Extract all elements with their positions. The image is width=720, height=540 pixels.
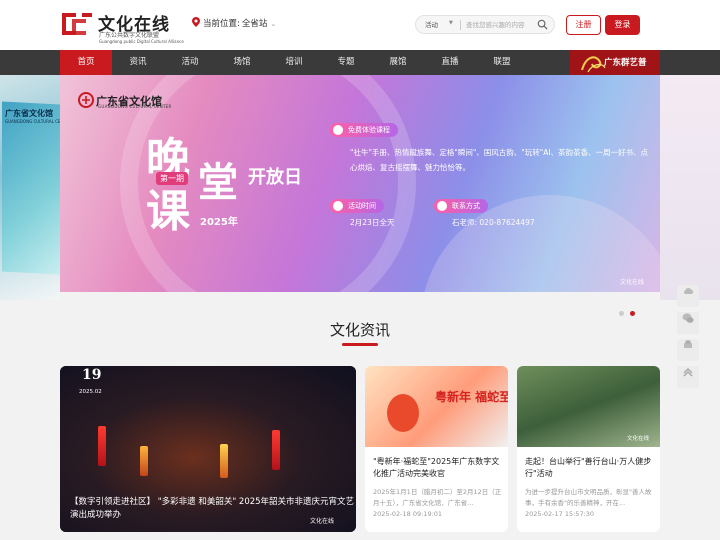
main-nav: 首页 资讯 活动 场馆 培训 专题 展馆 直播 联盟 广东群艺普 bbox=[0, 50, 720, 75]
carousel-indicators bbox=[619, 301, 641, 320]
location-selector[interactable]: 当前位置: 全省站 ⌄ bbox=[192, 17, 276, 29]
banner-prev-slide[interactable]: 广东省文化馆 GUANGDONG CULTURAL CENTER bbox=[0, 75, 71, 300]
chevron-down-icon: ▼ bbox=[449, 20, 453, 26]
cloud-icon bbox=[683, 287, 694, 294]
news-card[interactable]: 粤新年 福蛇至 "粤新年·福蛇至"2025年广东数字文化推广活动完美收官 202… bbox=[365, 366, 508, 532]
lantern-decoration bbox=[220, 444, 228, 478]
lantern-decoration bbox=[272, 430, 280, 470]
cultural-center-logo-icon bbox=[78, 92, 94, 108]
banner-pill-contact-label: 联系方式 bbox=[452, 202, 480, 210]
location-label: 当前位置: bbox=[203, 19, 240, 29]
news-card-time: 2025-02-17 15:57:30 bbox=[525, 510, 595, 518]
nav-item-events[interactable]: 活动 bbox=[164, 50, 216, 75]
news-card-desc: 2025年1月1日（腊月初二）至2月12日（正月十五），广东省文化馆、广东省..… bbox=[373, 488, 502, 507]
nav-item-news[interactable]: 资讯 bbox=[112, 50, 164, 75]
banner-org-logo: 广东省文化馆 GUANGDONG CULTURAL CENTER bbox=[78, 90, 171, 109]
location-value: 全省站 bbox=[241, 19, 268, 29]
banner-title-char-3: 堂 bbox=[198, 159, 238, 206]
news-card-image: 文化在线 bbox=[517, 366, 660, 447]
banner-watermark: 文化在线 bbox=[620, 279, 645, 286]
chevron-down-icon: ⌄ bbox=[270, 20, 277, 28]
nav-item-alliance[interactable]: 联盟 bbox=[476, 50, 528, 75]
site-header: 文化在线 广东公共数字文化联盟 Guangdong public Digital… bbox=[0, 0, 720, 50]
banner-open-day: 开放日 bbox=[248, 167, 302, 188]
news-card-image-text: 粤新年 福蛇至 bbox=[435, 390, 508, 404]
clock-icon bbox=[333, 201, 343, 211]
news-card[interactable]: 文化在线 走起！台山举行"善行台山·万人健步行"活动 为进一步提升台山市文明品质… bbox=[517, 366, 660, 532]
logo-subtitle: 广东公共数字文化联盟 Guangdong public Digital Cult… bbox=[99, 30, 184, 44]
register-button[interactable]: 注册 bbox=[566, 15, 601, 35]
prev-slide-label: 广东省文化馆 bbox=[5, 109, 53, 118]
login-button[interactable]: 登录 bbox=[605, 15, 640, 35]
nav-item-live[interactable]: 直播 bbox=[424, 50, 476, 75]
news-card-title: 走起！台山举行"善行台山·万人健步行"活动 bbox=[525, 457, 652, 478]
tag-icon bbox=[333, 125, 343, 135]
location-pin-icon bbox=[192, 17, 200, 27]
search-bar: 活动 ▼ bbox=[415, 15, 555, 34]
nav-item-home[interactable]: 首页 bbox=[60, 50, 112, 75]
lantern-decoration bbox=[140, 446, 148, 476]
featured-news-month: 2025.02 bbox=[79, 389, 102, 395]
prev-slide-card bbox=[2, 101, 60, 275]
carousel-dot-1[interactable] bbox=[619, 311, 624, 316]
news-card-desc: 为进一步提升台山市文明品质，彰显"善人故事，手有余香"的乐善精神，开在... bbox=[525, 488, 652, 507]
banner-description: "社牛"手册、热情蹴族舞、定格"瞬间"、国风古韵、"玩转"AI、茶韵茶香、一周一… bbox=[350, 148, 649, 172]
site-logo[interactable]: 文化在线 广东公共数字文化联盟 Guangdong public Digital… bbox=[60, 9, 210, 44]
banner-time-value: 2月23日全天 bbox=[350, 218, 395, 227]
featured-news-day: 19 bbox=[82, 367, 102, 383]
carousel-dot-2[interactable] bbox=[630, 311, 635, 316]
section-underline bbox=[342, 343, 378, 346]
featured-news-card[interactable]: 19 2025.02 【数字引领走进社区】 "多彩非遗 和美韶关" 2025年韶… bbox=[60, 366, 356, 532]
float-cloud-button[interactable] bbox=[677, 285, 699, 307]
banner-slide[interactable]: 广东省文化馆 GUANGDONG CULTURAL CENTER 晚 堂 课 第… bbox=[60, 75, 660, 292]
banner-pill-time-label: 活动时间 bbox=[348, 202, 376, 210]
news-card-image: 粤新年 福蛇至 bbox=[365, 366, 508, 447]
nav-item-topics[interactable]: 专题 bbox=[320, 50, 372, 75]
banner-year: 2025年 bbox=[200, 217, 238, 228]
search-divider bbox=[460, 20, 461, 30]
search-icon[interactable] bbox=[537, 19, 548, 30]
banner-contact-value: 石老师: 020-87624497 bbox=[452, 218, 535, 227]
section-title: 文化资讯 bbox=[329, 321, 390, 339]
banner-pill-time: 活动时间 bbox=[330, 199, 384, 213]
banner-pill-free-course: 免费体验课程 bbox=[330, 123, 398, 137]
nav-brand-label: 广东群艺普 bbox=[604, 58, 647, 68]
float-mobile-button[interactable] bbox=[677, 339, 699, 361]
lantern-decoration bbox=[98, 426, 106, 466]
logo-subtitle-cn: 广东公共数字文化联盟 bbox=[99, 32, 160, 39]
nav-item-exhibitions[interactable]: 展馆 bbox=[372, 50, 424, 75]
nav-item-training[interactable]: 培训 bbox=[268, 50, 320, 75]
banner-pill-free-label: 免费体验课程 bbox=[348, 126, 390, 134]
banner-pill-contact: 联系方式 bbox=[434, 199, 488, 213]
featured-news-watermark: 文化在线 bbox=[310, 518, 335, 525]
nav-item-venues[interactable]: 场馆 bbox=[216, 50, 268, 75]
hero-carousel[interactable]: 广东省文化馆 GUANGDONG CULTURAL CENTER 广东省文化馆 … bbox=[0, 75, 720, 300]
banner-issue-badge: 第一期 bbox=[156, 172, 188, 185]
print-icon bbox=[684, 340, 692, 348]
phone-icon bbox=[437, 201, 447, 211]
logo-subtitle-en: Guangdong public Digital Cultural Allian… bbox=[99, 39, 184, 44]
banner-org-name-en: GUANGDONG CULTURAL CENTER bbox=[98, 104, 172, 109]
news-card-time: 2025-02-18 09:19:01 bbox=[373, 510, 443, 518]
nav-brand-link[interactable]: 广东群艺普 bbox=[570, 50, 660, 75]
search-input[interactable] bbox=[466, 18, 538, 31]
search-category[interactable]: 活动 bbox=[425, 19, 438, 29]
news-card-image-watermark: 文化在线 bbox=[627, 436, 650, 442]
news-card-title: "粤新年·福蛇至"2025年广东数字文化推广活动完美收官 bbox=[373, 457, 500, 478]
arrow-up-icon bbox=[683, 367, 693, 377]
float-back-to-top-button[interactable] bbox=[677, 366, 699, 388]
logo-mark-icon bbox=[62, 13, 92, 35]
banner-next-slide[interactable] bbox=[660, 75, 720, 300]
mascot-graphic bbox=[387, 394, 419, 432]
